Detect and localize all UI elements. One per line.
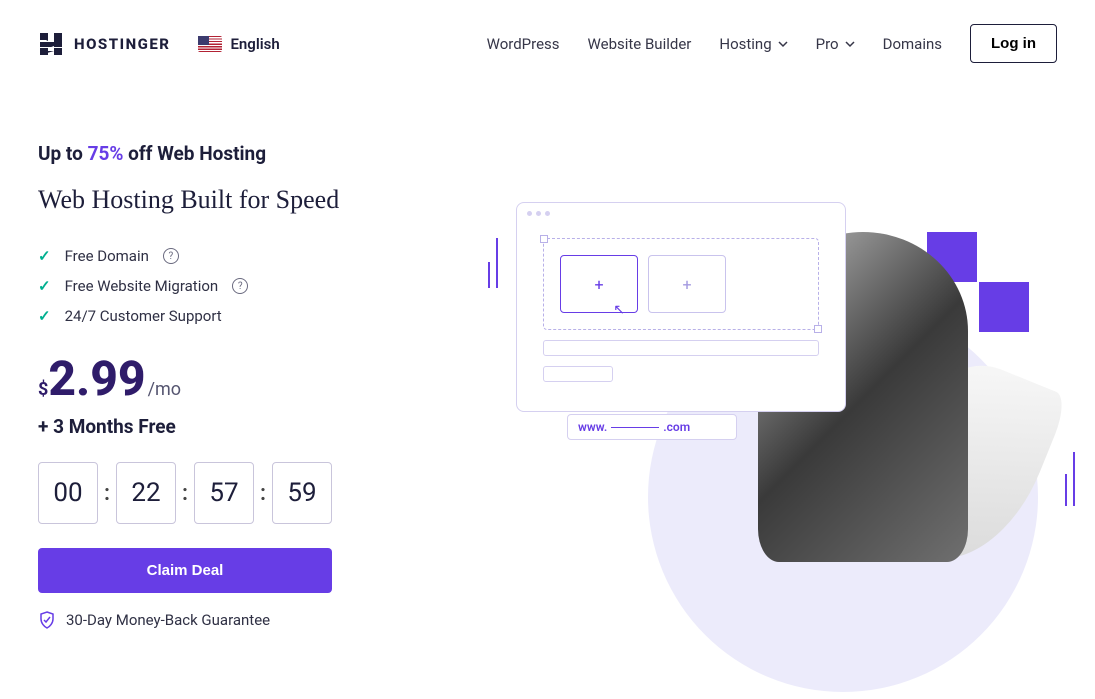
main-nav: WordPress Website Builder Hosting Pro Do… [487, 24, 1057, 63]
hostinger-logo-icon [38, 31, 64, 57]
check-icon: ✓ [38, 247, 51, 265]
nav-pro[interactable]: Pro [816, 35, 855, 53]
url-suffix: .com [663, 420, 690, 434]
claim-deal-button[interactable]: Claim Deal [38, 548, 332, 593]
nav-hosting-label: Hosting [719, 35, 771, 53]
help-icon[interactable]: ? [232, 278, 248, 294]
feature-label: 24/7 Customer Support [65, 307, 222, 325]
add-card: + [648, 255, 726, 313]
site-header: HOSTINGER English WordPress Website Buil… [0, 0, 1095, 87]
nav-pro-label: Pro [816, 35, 839, 53]
guarantee-text: 30-Day Money-Back Guarantee [66, 611, 270, 629]
language-selector[interactable]: English [198, 35, 279, 53]
url-blank [611, 427, 659, 428]
browser-mockup: + ↖ + www..com [516, 202, 846, 412]
promo-offer: Up to 75% off Web Hosting [38, 142, 448, 165]
price-amount: 2.99 [48, 355, 145, 403]
check-icon: ✓ [38, 277, 51, 295]
feature-list: ✓ Free Domain ? ✓ Free Website Migration… [38, 247, 448, 325]
hero-section: Up to 75% off Web Hosting Web Hosting Bu… [0, 87, 1095, 642]
decorative-square [979, 282, 1029, 332]
feature-label: Free Domain [65, 247, 149, 265]
shield-check-icon [38, 611, 56, 629]
window-controls-icon [517, 203, 845, 224]
nav-domains[interactable]: Domains [883, 35, 942, 53]
check-icon: ✓ [38, 307, 51, 325]
feature-item-domain: ✓ Free Domain ? [38, 247, 448, 265]
decorative-lines [1065, 452, 1075, 506]
feature-item-support: ✓ 24/7 Customer Support [38, 307, 448, 325]
timer-separator: : [104, 481, 110, 506]
guarantee-row: 30-Day Money-Back Guarantee [38, 611, 448, 629]
hero-illustration: + ↖ + www. .com [498, 142, 1057, 642]
feature-label: Free Website Migration [65, 277, 219, 295]
login-button[interactable]: Log in [970, 24, 1057, 63]
url-prefix: www. [578, 420, 607, 434]
brand-logo[interactable]: HOSTINGER [38, 31, 170, 57]
selection-box: + ↖ + [543, 238, 819, 330]
offer-prefix: Up to [38, 142, 88, 165]
bonus-months: + 3 Months Free [38, 415, 448, 438]
placeholder-bar [543, 340, 819, 356]
decorative-lines [488, 238, 498, 288]
language-label: English [230, 35, 279, 53]
offer-suffix: off Web Hosting [123, 142, 266, 165]
chevron-down-icon [778, 39, 788, 49]
flag-us-icon [198, 36, 222, 52]
nav-website-builder[interactable]: Website Builder [588, 35, 692, 53]
url-bar: www. .com [567, 414, 737, 440]
feature-item-migration: ✓ Free Website Migration ? [38, 277, 448, 295]
chevron-down-icon [845, 39, 855, 49]
nav-hosting[interactable]: Hosting [719, 35, 787, 53]
placeholder-bar [543, 366, 613, 382]
timer-seconds: 59 [272, 462, 332, 524]
hero-headline: Web Hosting Built for Speed [38, 185, 448, 215]
cursor-icon: ↖ [613, 302, 625, 318]
timer-separator: : [260, 481, 266, 506]
price-currency: $ [38, 379, 48, 400]
price-period: /mo [148, 379, 181, 400]
nav-wordpress[interactable]: WordPress [487, 35, 560, 53]
timer-hours: 22 [116, 462, 176, 524]
timer-separator: : [182, 481, 188, 506]
brand-name: HOSTINGER [74, 35, 170, 53]
hero-content: Up to 75% off Web Hosting Web Hosting Bu… [38, 142, 448, 642]
add-card-selected: + ↖ [560, 255, 638, 313]
timer-days: 00 [38, 462, 98, 524]
price: $ 2.99 /mo [38, 355, 448, 403]
help-icon[interactable]: ? [163, 248, 179, 264]
timer-minutes: 57 [194, 462, 254, 524]
offer-percent: 75% [88, 142, 124, 165]
countdown-timer: 00 : 22 : 57 : 59 [38, 462, 448, 524]
